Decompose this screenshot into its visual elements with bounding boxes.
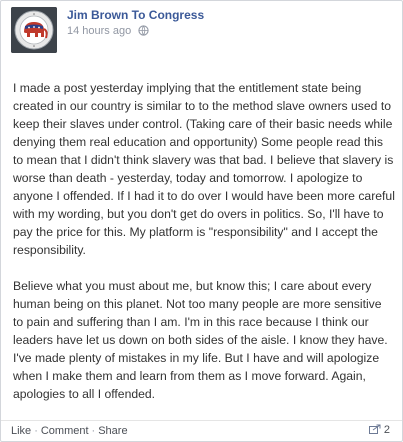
post-body: I made a post yesterday implying that th…: [13, 79, 395, 403]
post-paragraph: Believe what you must about me, but know…: [13, 279, 388, 401]
post-footer: Like · Comment · Share 2: [1, 420, 402, 441]
like-link[interactable]: Like: [11, 425, 31, 437]
share-icon: [368, 424, 381, 438]
globe-icon[interactable]: [138, 25, 149, 39]
share-link[interactable]: Share: [98, 425, 127, 437]
post-paragraph: I made a post yesterday implying that th…: [13, 81, 395, 257]
share-count: 2: [383, 424, 390, 436]
action-separator: ·: [91, 425, 96, 437]
post-author-link[interactable]: Jim Brown To Congress: [67, 8, 204, 22]
post-actions: Like · Comment · Share: [11, 425, 128, 437]
share-count-button[interactable]: 2: [368, 424, 390, 438]
comment-link[interactable]: Comment: [41, 425, 89, 437]
post-timestamp[interactable]: 14 hours ago: [67, 25, 131, 37]
post-meta: 14 hours ago: [67, 25, 149, 39]
republican-elephant-logo-icon: [11, 7, 57, 53]
page-avatar[interactable]: [11, 7, 57, 53]
post-card: Jim Brown To Congress 14 hours ago I mad…: [0, 0, 403, 442]
action-separator: ·: [34, 425, 38, 437]
post-header: Jim Brown To Congress 14 hours ago: [11, 7, 391, 53]
